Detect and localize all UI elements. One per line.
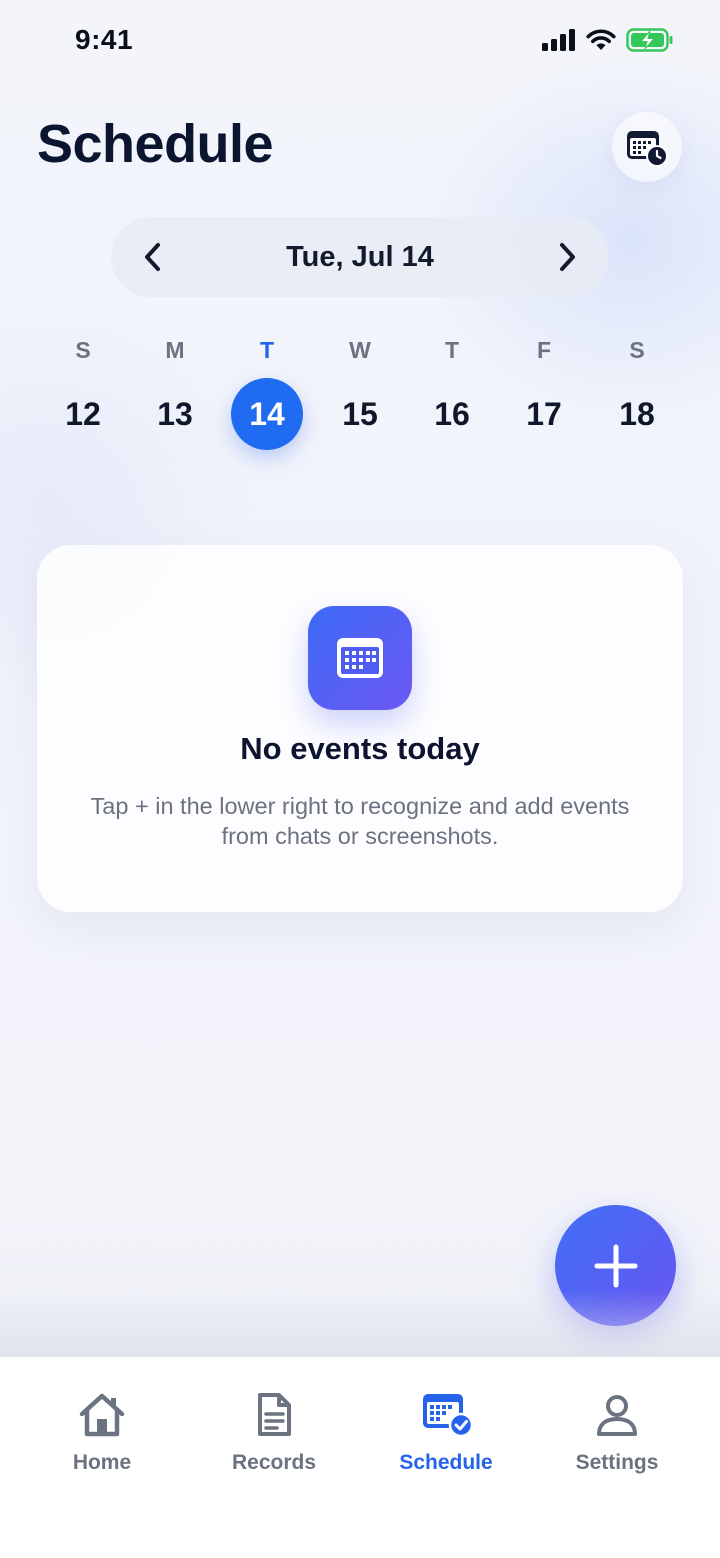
- tab-settings[interactable]: Settings: [537, 1387, 697, 1487]
- tab-label: Home: [72, 1451, 132, 1474]
- day-letter: S: [75, 337, 91, 363]
- calendar-check-icon: [423, 1394, 473, 1438]
- day-letter: W: [349, 337, 371, 363]
- status-time: 9:41: [75, 24, 134, 55]
- status-icons: [542, 28, 674, 52]
- day-letter: M: [165, 337, 185, 363]
- day-letter: T: [444, 337, 460, 363]
- plus-icon: [594, 1244, 637, 1287]
- calendar-view-button[interactable]: [612, 112, 682, 182]
- status-bar: 9:41: [0, 0, 720, 80]
- day-item[interactable]: F 17: [498, 334, 590, 454]
- add-event-button[interactable]: [555, 1205, 676, 1326]
- current-date-label[interactable]: Tue, Jul 14: [286, 241, 434, 274]
- home-icon: [79, 1393, 125, 1437]
- chevron-right-icon: [559, 243, 575, 271]
- day-item[interactable]: M 13: [129, 334, 221, 454]
- chevron-left-icon: [145, 243, 160, 271]
- tab-label: Settings: [575, 1451, 659, 1474]
- day-letter: S: [629, 337, 645, 363]
- tab-home[interactable]: Home: [22, 1387, 182, 1487]
- calendar-clock-icon: [627, 131, 668, 167]
- day-number: 16: [434, 395, 470, 432]
- empty-state-title: No events today: [240, 731, 480, 766]
- day-letter: T: [259, 337, 275, 363]
- day-item[interactable]: S 12: [37, 334, 129, 454]
- day-number-selected: 14: [231, 378, 303, 450]
- tab-records[interactable]: Records: [194, 1387, 354, 1487]
- empty-state-card: No events today Tap + in the lower right…: [37, 545, 683, 912]
- battery-charging-icon: [626, 28, 673, 52]
- day-letter: F: [536, 337, 552, 363]
- next-day-button[interactable]: [547, 237, 587, 277]
- day-number: 13: [157, 395, 193, 432]
- empty-state-description: Tap + in the lower right to recognize an…: [90, 793, 630, 849]
- day-item[interactable]: T 16: [406, 334, 498, 454]
- day-item[interactable]: W 15: [314, 334, 406, 454]
- page-title: Schedule: [37, 114, 274, 174]
- document-icon: [258, 1393, 291, 1436]
- date-navigator: Tue, Jul 14: [111, 217, 609, 297]
- tab-label: Records: [231, 1451, 317, 1474]
- previous-day-button[interactable]: [133, 237, 173, 277]
- day-item-selected[interactable]: T 14: [221, 334, 313, 454]
- day-number: 18: [619, 395, 655, 432]
- day-number: 12: [65, 395, 101, 432]
- user-icon: [597, 1395, 637, 1436]
- tab-bar: Home Records Schedule Settings: [0, 1357, 720, 1558]
- cellular-signal-icon: [542, 29, 575, 51]
- tab-label: Schedule: [399, 1451, 493, 1474]
- day-number: 15: [342, 395, 378, 432]
- tab-schedule[interactable]: Schedule: [366, 1387, 526, 1487]
- day-item[interactable]: S 18: [591, 334, 683, 454]
- calendar-icon: [337, 638, 383, 678]
- day-number: 17: [526, 395, 562, 432]
- empty-state-icon-tile: [308, 606, 412, 710]
- wifi-icon: [586, 29, 616, 50]
- week-strip: S 12 M 13 T 14 W 15 T 16 F 17 S 18: [37, 334, 683, 454]
